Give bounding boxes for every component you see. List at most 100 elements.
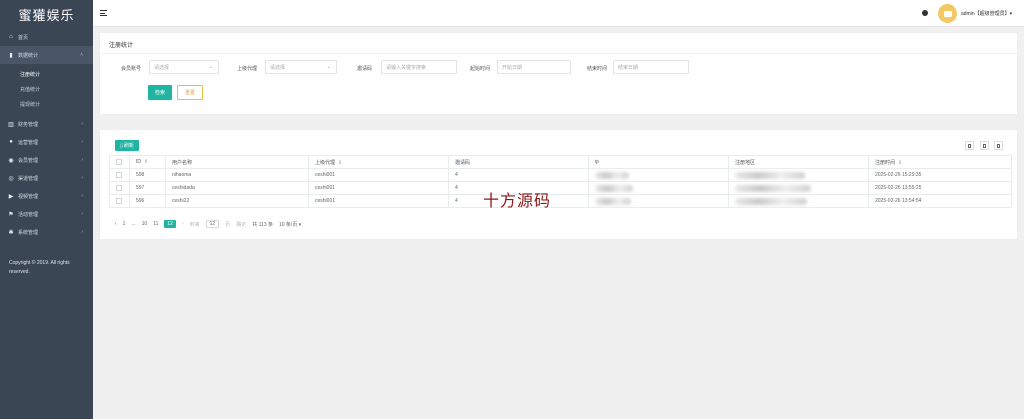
print-button[interactable] — [994, 141, 1003, 150]
goto-label: 到第 — [189, 221, 200, 228]
agent-select[interactable]: 请选择 ⌄ — [265, 60, 337, 74]
copyright: Copyright © 2019. All rights reserved. — [9, 260, 70, 275]
sidebar-subitem-recharge-stats[interactable]: 充值统计 — [0, 82, 93, 97]
chevron-right-icon: › — [81, 157, 83, 163]
search-button[interactable]: 检索 — [148, 85, 172, 100]
sidebar-item-home[interactable]: ⌂ 首页 — [0, 28, 93, 46]
page-unit: 页 — [225, 221, 231, 228]
cell-agent: ceshi001 — [308, 194, 449, 208]
start-date-input[interactable]: 开始日期 — [497, 60, 571, 74]
cell-region — [728, 168, 869, 182]
sidebar-item-system[interactable]: ✱ 系统管理 › — [0, 223, 93, 241]
menu-toggle-icon[interactable] — [100, 10, 107, 16]
data-table: ID ⇕ 用户名称 上级代理 ⇕ 邀请码 ip 注册地区 注册时间 ⇕ 598 nih… — [109, 155, 1012, 208]
video-icon: ▶ — [8, 193, 14, 200]
flag-icon: ⚑ — [8, 211, 14, 218]
redacted-region — [735, 171, 805, 179]
sidebar-item-channels[interactable]: ◎ 渠道管理 › — [0, 169, 93, 187]
users-icon: ◉ — [8, 157, 14, 164]
sidebar-item-finance[interactable]: ▥ 财务管理 › — [0, 115, 93, 133]
watermark: 十方源码 — [483, 191, 552, 210]
redacted-ip — [595, 171, 629, 179]
col-header-code: 邀请码 — [448, 155, 589, 169]
sidebar-item-label: 视频管理 — [18, 193, 39, 200]
sidebar-item-label: 活动管理 — [18, 211, 39, 218]
redacted-region — [735, 184, 811, 192]
sidebar-item-label: 数据统计 — [18, 52, 39, 59]
chevron-up-icon: ˄ — [80, 52, 83, 58]
sidebar-item-label: 财务管理 — [18, 121, 39, 128]
refresh-button[interactable]: ▯ 刷新 — [115, 140, 139, 151]
channel-icon: ◎ — [8, 175, 14, 182]
row-checkbox[interactable] — [116, 197, 122, 204]
cell-region — [728, 194, 869, 208]
page-size-select[interactable]: 10 条/页 ▾ — [279, 221, 301, 228]
sidebar-item-activities[interactable]: ⚑ 活动管理 › — [0, 205, 93, 223]
invite-label: 邀请码 — [357, 66, 373, 72]
export-icon — [983, 143, 986, 148]
table-row[interactable]: 597 ceshidada ceshi001 4 2025-02-26 13:5… — [109, 181, 1012, 195]
sidebar-item-operations[interactable]: ● 运营管理 › — [0, 133, 93, 151]
export-button[interactable] — [980, 141, 989, 150]
page-1[interactable]: 1 — [123, 221, 126, 227]
sidebar-item-statistics[interactable]: ▮ 数据统计 ˄ — [0, 46, 93, 64]
cell-ip — [588, 194, 729, 208]
sort-icon: ⇕ — [898, 159, 903, 166]
col-header-agent[interactable]: 上级代理 ⇕ — [308, 155, 449, 169]
sidebar-subitem-register-stats[interactable]: 注册统计 — [0, 67, 93, 82]
table-header-row: ID ⇕ 用户名称 上级代理 ⇕ 邀请码 ip 注册地区 注册时间 ⇕ — [109, 155, 1012, 169]
sidebar-item-label: 渠道管理 — [18, 175, 39, 182]
column-toggle-button[interactable] — [965, 141, 974, 150]
end-label: 结束时间 — [587, 66, 608, 72]
cell-name: ceshi22 — [165, 194, 309, 208]
row-checkbox[interactable] — [116, 184, 122, 191]
filter-panel: 注册统计 会员账号 请选择 ⌄ 上级代理 请选择 ⌄ 邀请码 请输入关键字搜索 … — [99, 32, 1018, 115]
app-logo[interactable]: 蜜獾娱乐 — [0, 0, 93, 28]
sidebar-item-label: 会员管理 — [18, 157, 39, 164]
chevron-right-icon: › — [81, 229, 83, 235]
select-all-checkbox[interactable] — [116, 158, 122, 165]
chevron-down-icon: ⌄ — [326, 64, 331, 70]
goto-page-input[interactable]: 12 — [205, 220, 220, 228]
col-header-id[interactable]: ID ⇕ — [129, 155, 166, 169]
agent-label: 上级代理 — [237, 66, 258, 72]
start-label: 起始时间 — [470, 66, 491, 72]
cell-code: 4 — [448, 168, 589, 182]
page-10[interactable]: 10 — [142, 221, 148, 227]
sidebar-item-videos[interactable]: ▶ 视频管理 › — [0, 187, 93, 205]
next-page-button[interactable]: › — [182, 221, 184, 227]
prev-page-button[interactable]: ‹ — [115, 221, 117, 227]
member-select[interactable]: 请选择 ⌄ — [149, 60, 219, 74]
bar-chart-icon: ▮ — [9, 52, 13, 59]
table-row[interactable]: 598 nihaoma ceshi001 4 2025-02-26 15:29:… — [109, 168, 1012, 182]
sort-icon: ⇕ — [338, 159, 343, 166]
col-header-ip: ip — [588, 155, 729, 169]
redacted-region — [735, 197, 807, 205]
chevron-down-icon: ⌄ — [208, 64, 213, 70]
goto-confirm-button[interactable]: 确定 — [236, 221, 246, 228]
cell-time: 2025-02-26 13:54:54 — [868, 194, 1012, 208]
palette-icon[interactable] — [922, 10, 928, 16]
page-11[interactable]: 11 — [153, 221, 158, 227]
print-icon — [997, 143, 1000, 148]
col-header-time[interactable]: 注册时间 ⇕ — [868, 155, 1012, 169]
avatar[interactable] — [938, 4, 957, 23]
row-checkbox[interactable] — [116, 171, 122, 178]
page-title: 注册统计 — [109, 43, 134, 49]
submenu-statistics: 注册统计 充值统计 提现统计 — [0, 64, 93, 115]
cell-agent: ceshi001 — [308, 181, 449, 195]
sidebar-item-members[interactable]: ◉ 会员管理 › — [0, 151, 93, 169]
reset-button[interactable]: 重置 — [177, 85, 203, 100]
chevron-right-icon: › — [81, 121, 83, 127]
page-ellipsis: ... — [131, 221, 136, 227]
chevron-right-icon: › — [81, 211, 83, 217]
cell-id: 598 — [129, 168, 166, 182]
user-menu[interactable]: admin【超级管理员】▾ — [961, 10, 1012, 17]
end-date-input[interactable]: 结束日期 — [613, 60, 689, 74]
table-row[interactable]: 596 ceshi22 ceshi001 4 2025-02-26 13:54:… — [109, 194, 1012, 208]
page-12-current[interactable]: 12 — [164, 220, 176, 228]
redacted-ip — [595, 197, 631, 205]
sidebar-subitem-withdraw-stats[interactable]: 提现统计 — [0, 97, 93, 112]
top-header: admin【超级管理员】▾ — [93, 0, 1024, 27]
invite-input[interactable]: 请输入关键字搜索 — [381, 60, 457, 74]
